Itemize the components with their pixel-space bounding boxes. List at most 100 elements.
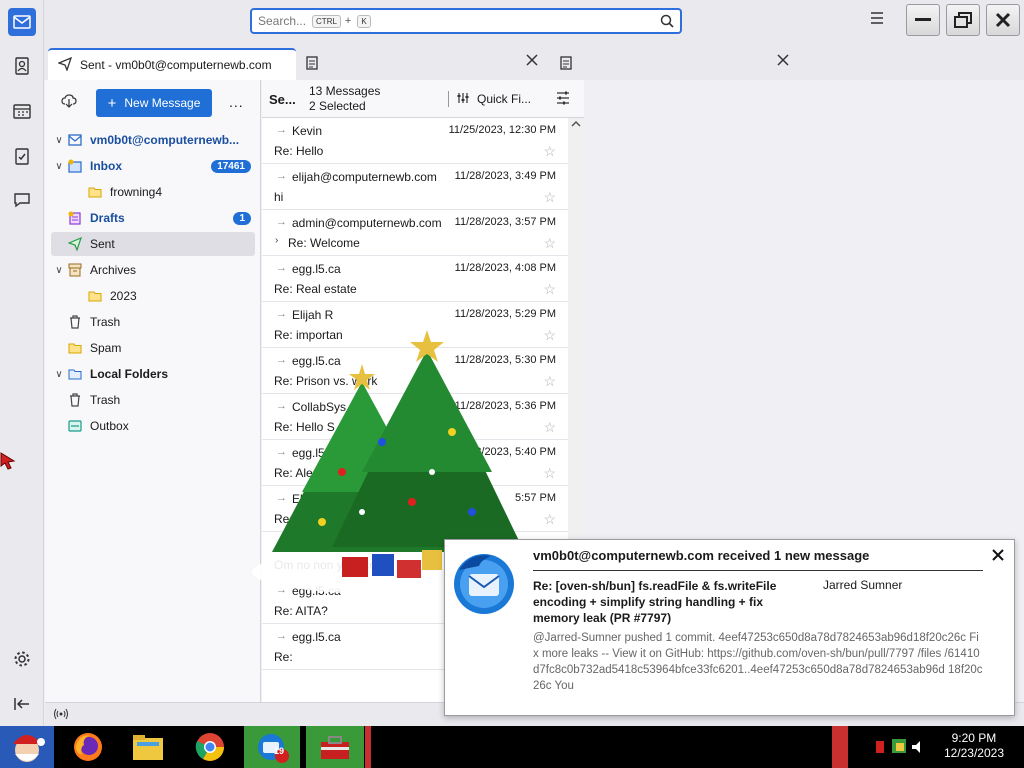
folder-trash[interactable]: Trash — [51, 310, 255, 334]
chevron-down-icon[interactable]: ∨ — [51, 265, 67, 276]
folder-sent[interactable]: Sent — [51, 232, 255, 256]
chevron-down-icon[interactable]: ∨ — [51, 369, 67, 380]
chevron-down-icon[interactable]: ∨ — [51, 135, 67, 146]
thread-row[interactable]: → Elij 5:57 PM Re: ☆ — [262, 486, 568, 532]
thread-subject: Re: Welcome — [288, 236, 360, 250]
minimize-button[interactable] — [906, 4, 940, 36]
address-book-icon[interactable] — [8, 52, 36, 80]
thread-row[interactable]: → egg.l5.ca 11/28/2023, 4:08 PM Re: Real es… — [262, 256, 568, 302]
chevron-down-icon[interactable]: ∨ — [51, 161, 67, 172]
account-mail-icon — [67, 133, 83, 147]
folder-local-folders[interactable]: ∨ Local Folders — [51, 362, 255, 386]
tab-label: Sent - vm0b0t@computernewb.com — [80, 58, 272, 72]
app-menu-icon[interactable] — [870, 12, 894, 32]
folder-label: vm0b0t@computernewb... — [90, 133, 240, 147]
star-icon[interactable]: ☆ — [543, 143, 556, 160]
folder-local-trash[interactable]: Trash — [51, 388, 255, 412]
system-tray — [870, 726, 930, 768]
tab-close-icon[interactable] — [777, 54, 789, 69]
folder-frowning4[interactable]: frowning4 — [51, 180, 255, 204]
collapse-spaces-icon[interactable] — [8, 690, 36, 718]
thread-date: 11/28/2023, 5:30 PM — [454, 354, 556, 366]
file-explorer-taskbar-icon[interactable] — [126, 726, 170, 768]
replied-arrow-icon: → — [276, 216, 287, 228]
divider — [448, 91, 449, 107]
folder-drafts[interactable]: Drafts 1 — [51, 206, 255, 230]
chat-icon[interactable] — [8, 186, 36, 214]
star-icon[interactable]: ☆ — [543, 189, 556, 206]
thread-row[interactable]: → Kevin 11/25/2023, 12:30 PM Re: Hello ☆ — [262, 118, 568, 164]
thread-row[interactable]: → elijah@computernewb.com 11/28/2023, 3:49… — [262, 164, 568, 210]
thunderbird-taskbar-icon[interactable]: 19 — [244, 726, 300, 768]
folder-title: Se... — [269, 92, 296, 107]
folder-pane-header: + New Message ... — [45, 80, 261, 126]
new-mail-notification[interactable]: vm0b0t@computernewb.com received 1 new m… — [444, 539, 1015, 716]
star-icon[interactable]: ☆ — [543, 419, 556, 436]
thread-expand-icon[interactable]: › — [275, 235, 278, 246]
tab-close-icon[interactable] — [526, 54, 538, 69]
restore-button[interactable] — [946, 4, 980, 36]
star-icon[interactable]: ☆ — [543, 327, 556, 344]
folder-pane: + New Message ... ∨ vm0b0t@computernewb.… — [45, 80, 261, 702]
thread-subject: Re: importan — [274, 328, 343, 342]
tab-bar: Sent - vm0b0t@computernewb.com — [44, 44, 1024, 80]
tab-message-2[interactable] — [306, 48, 326, 80]
firefox-taskbar-icon[interactable] — [66, 726, 110, 768]
star-icon[interactable]: ☆ — [543, 281, 556, 298]
thread-row[interactable]: → egg.l5 11/28/2023, 5:40 PM Re: Ale ☆ — [262, 440, 568, 486]
replied-arrow-icon: → — [276, 170, 287, 182]
folder-label: Local Folders — [90, 367, 169, 381]
settings-gear-icon[interactable] — [8, 645, 36, 673]
online-status-icon[interactable] — [53, 708, 69, 723]
folder-archives[interactable]: ∨ Archives — [51, 258, 255, 282]
start-button[interactable] — [0, 726, 54, 768]
toolbox-taskbar-icon[interactable] — [306, 726, 364, 768]
search-input[interactable]: Search... CTRL + K — [250, 8, 682, 34]
scroll-up-icon — [571, 120, 581, 127]
folder-2023[interactable]: 2023 — [51, 284, 255, 308]
system-clock[interactable]: 9:20 PM 12/23/2023 — [944, 731, 1004, 761]
star-icon[interactable]: ☆ — [543, 373, 556, 390]
star-icon[interactable]: ☆ — [543, 465, 556, 482]
folder-inbox[interactable]: ∨ Inbox 17461 — [51, 154, 255, 178]
chrome-taskbar-icon[interactable] — [188, 726, 232, 768]
trash-icon — [67, 393, 83, 407]
search-icon[interactable] — [660, 14, 674, 31]
trash-icon — [67, 315, 83, 329]
folder-label: Inbox — [90, 159, 122, 173]
tab-sent[interactable]: Sent - vm0b0t@computernewb.com — [48, 48, 296, 80]
thread-row[interactable]: → Elijah R 11/28/2023, 5:29 PM Re: importan… — [262, 302, 568, 348]
folder-label: Spam — [90, 341, 122, 355]
folder-spam[interactable]: Spam — [51, 336, 255, 360]
message-count: 13 Messages 2 Selected — [309, 84, 380, 114]
tasks-icon[interactable] — [8, 142, 36, 170]
notification-close-icon[interactable] — [992, 548, 1004, 566]
tab-message-3[interactable] — [560, 48, 580, 80]
close-window-button[interactable] — [986, 4, 1020, 36]
new-message-button[interactable]: + New Message — [96, 89, 212, 117]
thread-row[interactable]: → admin@computernewb.com 11/28/2023, 3:57 … — [262, 210, 568, 256]
local-folder-icon — [67, 367, 83, 381]
folder-account[interactable]: ∨ vm0b0t@computernewb... — [51, 128, 255, 152]
thread-date: 11/28/2023, 4:08 PM — [454, 262, 556, 274]
calendar-icon[interactable] — [8, 97, 36, 125]
notification-subject: Re: [oven-sh/bun] fs.readFile & fs.write… — [533, 579, 777, 625]
display-options-icon[interactable] — [556, 91, 570, 108]
more-options-button[interactable]: ... — [229, 94, 244, 110]
clock-date: 12/23/2023 — [943, 746, 1004, 760]
thread-subject: Re: Prison vs. work — [274, 374, 378, 388]
send-icon — [57, 56, 73, 74]
get-messages-icon[interactable] — [61, 94, 77, 111]
clock-time: 9:20 PM — [951, 731, 997, 745]
folder-outbox[interactable]: Outbox — [51, 414, 255, 438]
thread-date: 11/28/2023, 5:29 PM — [454, 308, 556, 320]
quick-filter-button[interactable]: Quick Fi... — [448, 91, 531, 107]
replied-arrow-icon: → — [276, 308, 287, 320]
shortcut-plus: + — [344, 15, 352, 27]
star-icon[interactable]: ☆ — [543, 511, 556, 528]
thread-row[interactable]: → CollabSys 11/28/2023, 5:36 PM Re: Hello S… — [262, 394, 568, 440]
mail-space-icon[interactable] — [8, 8, 36, 36]
thread-row[interactable]: → egg.l5.ca 11/28/2023, 5:30 PM Re: Prison … — [262, 348, 568, 394]
star-icon[interactable]: ☆ — [543, 235, 556, 252]
drafts-icon — [67, 211, 83, 225]
